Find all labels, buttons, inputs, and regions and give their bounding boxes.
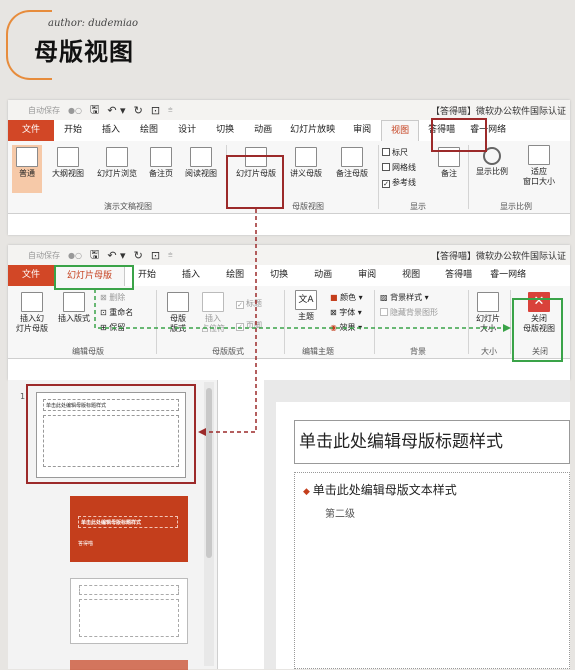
red-arrowhead-icon <box>198 428 206 436</box>
green-dashed-arrow <box>94 289 508 329</box>
annotation-arrows <box>94 209 511 436</box>
red-dashed-arrow <box>200 209 257 433</box>
green-arrowhead-icon <box>503 324 511 332</box>
